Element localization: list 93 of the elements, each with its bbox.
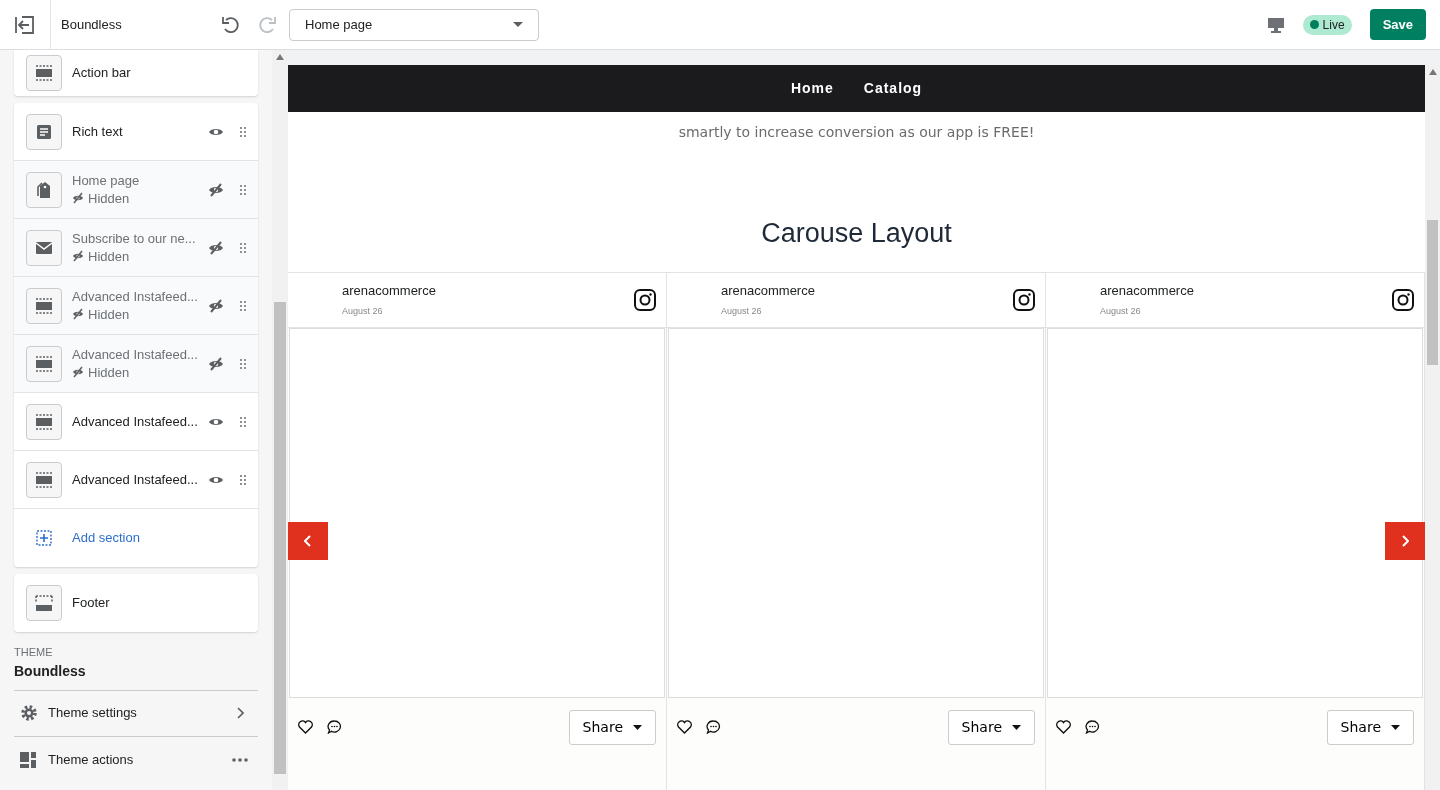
intro-text: smartly to increase conversion as our app is FREE! bbox=[677, 123, 1036, 142]
eye-off-icon bbox=[72, 365, 84, 378]
comment-icon[interactable] bbox=[327, 720, 342, 734]
section-item[interactable]: Advanced Instafeed... Hidden bbox=[14, 335, 258, 393]
eye-off-icon[interactable] bbox=[208, 297, 224, 314]
section-title: Advanced Instafeed... bbox=[72, 345, 199, 364]
eye-off-icon[interactable] bbox=[208, 181, 224, 198]
exit-icon[interactable] bbox=[15, 15, 35, 34]
scrollbar-thumb[interactable] bbox=[274, 302, 286, 774]
section-title: Action bar bbox=[72, 64, 132, 82]
drag-handle-icon[interactable] bbox=[240, 474, 246, 485]
share-button[interactable]: Share bbox=[568, 709, 656, 745]
post-date: August 26 bbox=[342, 304, 384, 318]
section-icon bbox=[34, 63, 54, 83]
scroll-up-icon[interactable] bbox=[276, 54, 284, 60]
section-item[interactable]: Advanced Instafeed... bbox=[14, 393, 258, 451]
next-arrow-button[interactable] bbox=[1385, 521, 1425, 560]
section-item[interactable]: Action bar bbox=[14, 50, 258, 96]
share-button[interactable]: Share bbox=[947, 709, 1035, 745]
section-item[interactable]: Subscribe to our ne... Hidden bbox=[14, 219, 258, 277]
desktop-icon[interactable] bbox=[1266, 16, 1285, 33]
chevron-right-icon bbox=[237, 707, 244, 719]
section-item[interactable]: Footer bbox=[14, 574, 258, 632]
username: arenacommerce bbox=[721, 282, 815, 300]
section-icon bbox=[34, 353, 54, 374]
hidden-label: Hidden bbox=[72, 305, 208, 324]
undo-icon[interactable] bbox=[221, 14, 241, 35]
previous-arrow-button[interactable] bbox=[288, 521, 328, 560]
nav-link[interactable]: Catalog bbox=[863, 78, 923, 99]
scrollbar-thumb[interactable] bbox=[1427, 220, 1438, 365]
more-icon[interactable] bbox=[232, 757, 248, 762]
eye-off-icon bbox=[72, 249, 84, 262]
caret-icon bbox=[513, 22, 523, 27]
section-item[interactable]: Advanced Instafeed... Hidden bbox=[14, 277, 258, 335]
layout-icon bbox=[20, 751, 36, 768]
add-section-link[interactable]: Add section bbox=[14, 509, 258, 567]
heart-icon[interactable] bbox=[298, 720, 313, 734]
section-icon bbox=[34, 411, 54, 432]
drag-handle-icon[interactable] bbox=[240, 184, 246, 195]
eye-off-icon[interactable] bbox=[208, 239, 224, 256]
caret-icon bbox=[633, 724, 642, 730]
drag-handle-icon[interactable] bbox=[240, 358, 246, 369]
post-date: August 26 bbox=[1100, 304, 1142, 318]
eye-off-icon bbox=[72, 307, 84, 320]
live-badge: Live bbox=[1302, 14, 1352, 35]
section-title: Rich text bbox=[72, 122, 124, 141]
theme-name: Boundless bbox=[61, 15, 123, 34]
save-button[interactable]: Save bbox=[1369, 8, 1426, 41]
drag-handle-icon[interactable] bbox=[240, 416, 246, 427]
chevron-right-icon bbox=[1401, 534, 1409, 547]
drag-handle-icon[interactable] bbox=[240, 126, 246, 137]
comment-icon[interactable] bbox=[1085, 720, 1100, 734]
hidden-label: Hidden bbox=[72, 247, 208, 266]
drag-handle-icon[interactable] bbox=[240, 300, 246, 311]
hidden-label: Hidden bbox=[72, 189, 208, 208]
share-button[interactable]: Share bbox=[1326, 709, 1414, 745]
add-icon bbox=[36, 530, 52, 546]
section-title: Advanced Instafeed... bbox=[72, 287, 199, 306]
section-title: Footer bbox=[72, 594, 111, 612]
comment-icon[interactable] bbox=[706, 720, 721, 734]
post-date: August 26 bbox=[721, 304, 763, 318]
page-select[interactable]: Home page bbox=[289, 8, 539, 41]
heart-icon[interactable] bbox=[1056, 720, 1071, 734]
hidden-label: Hidden bbox=[72, 363, 208, 382]
theme-label: THEME bbox=[14, 645, 54, 660]
theme-name: Boundless bbox=[14, 660, 258, 691]
instagram-icon[interactable] bbox=[1392, 288, 1414, 311]
heart-icon[interactable] bbox=[677, 720, 692, 734]
section-title: Advanced Instafeed... bbox=[72, 412, 199, 431]
username: arenacommerce bbox=[342, 282, 436, 300]
section-icon bbox=[34, 469, 54, 490]
section-title: Home page bbox=[72, 171, 141, 190]
nav-link[interactable]: Home bbox=[790, 78, 834, 99]
chevron-left-icon bbox=[304, 534, 312, 547]
theme-menu-item[interactable]: Theme settings bbox=[14, 690, 258, 737]
eye-off-icon[interactable] bbox=[208, 355, 224, 372]
section-item[interactable]: Advanced Instafeed... bbox=[14, 451, 258, 509]
scroll-up-icon[interactable] bbox=[1428, 69, 1437, 75]
eye-off-icon bbox=[72, 191, 84, 204]
section-item[interactable]: Home page Hidden bbox=[14, 161, 258, 219]
caret-icon bbox=[1391, 724, 1400, 730]
settings-icon bbox=[20, 704, 38, 722]
username: arenacommerce bbox=[1100, 282, 1194, 300]
section-title: Subscribe to our ne... bbox=[72, 229, 197, 248]
section-title: Advanced Instafeed... bbox=[72, 470, 199, 489]
section-icon bbox=[34, 295, 54, 316]
footer-icon bbox=[34, 593, 54, 613]
theme-menu-item[interactable]: Theme actions bbox=[14, 736, 258, 783]
section-heading: Carouse Layout bbox=[760, 217, 953, 250]
instagram-icon[interactable] bbox=[1013, 288, 1035, 311]
instagram-icon[interactable] bbox=[634, 288, 656, 311]
caret-icon bbox=[1012, 724, 1021, 730]
drag-handle-icon[interactable] bbox=[240, 242, 246, 253]
